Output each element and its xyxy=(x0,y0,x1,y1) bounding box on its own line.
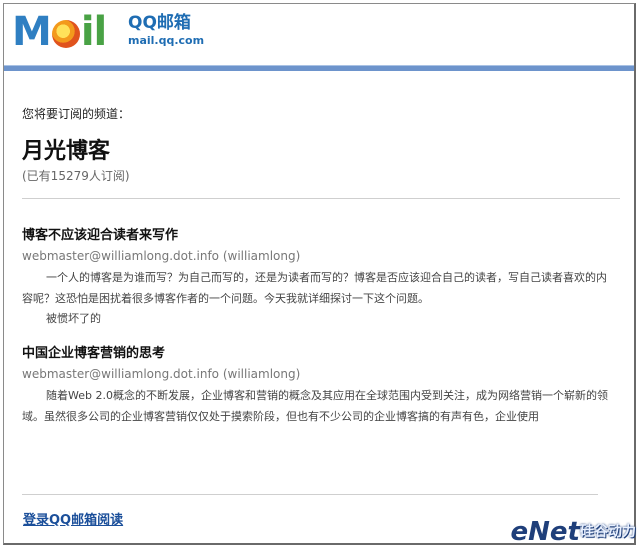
article-excerpt: 一个人的博客是为谁而写？为自己而写的，还是为读者而写的？博客是否应该迎合自己的读… xyxy=(22,271,607,305)
brand-name: QQ邮箱 xyxy=(128,13,191,33)
footer-divider xyxy=(22,494,598,495)
brand: QQ邮箱 mail.qq.com xyxy=(128,13,204,48)
article-author: webmaster@williamlong.dot.info (williaml… xyxy=(22,367,301,381)
article-excerpt-extra: 被惯坏了的 xyxy=(46,312,101,325)
divider xyxy=(22,198,620,199)
logo-letter-m: M xyxy=(12,9,52,55)
article-title: 中国企业博客营销的思考 xyxy=(22,346,166,361)
logo-letters-il: il xyxy=(80,9,107,55)
logo-o-icon xyxy=(51,20,80,48)
article-author: webmaster@williamlong.dot.info (williaml… xyxy=(22,249,301,263)
header-accent-bar xyxy=(4,65,634,71)
article-excerpt: 随着Web 2.0概念的不断发展，企业博客和营销的概念及其应用在全球范围内受到关… xyxy=(22,389,608,423)
subscribe-prompt: 您将要订阅的频道： xyxy=(22,107,131,121)
article-item: 博客不应该迎合读者来写作 webmaster@williamlong.dot.i… xyxy=(22,227,620,329)
mail-logo[interactable]: Mil xyxy=(12,9,107,55)
channel-name: 月光博客 xyxy=(22,138,111,164)
brand-domain: mail.qq.com xyxy=(128,34,205,47)
subscriber-count: (已有15279人订阅) xyxy=(22,169,130,183)
header: Mil QQ邮箱 mail.qq.com xyxy=(4,4,634,62)
article-title: 博客不应该迎合读者来写作 xyxy=(22,228,179,243)
subscription-content: 您将要订阅的频道： 月光博客 (已有15279人订阅) 博客不应该迎合读者来写作… xyxy=(22,106,620,427)
watermark-text: eNet xyxy=(510,517,580,547)
watermark-text-cn: 硅谷动力 xyxy=(580,524,636,540)
enet-watermark: eNet硅谷动力 xyxy=(511,517,636,547)
login-read-link[interactable]: 登录QQ邮箱阅读 xyxy=(23,512,123,530)
article-item: 中国企业博客营销的思考 webmaster@williamlong.dot.in… xyxy=(22,345,620,427)
